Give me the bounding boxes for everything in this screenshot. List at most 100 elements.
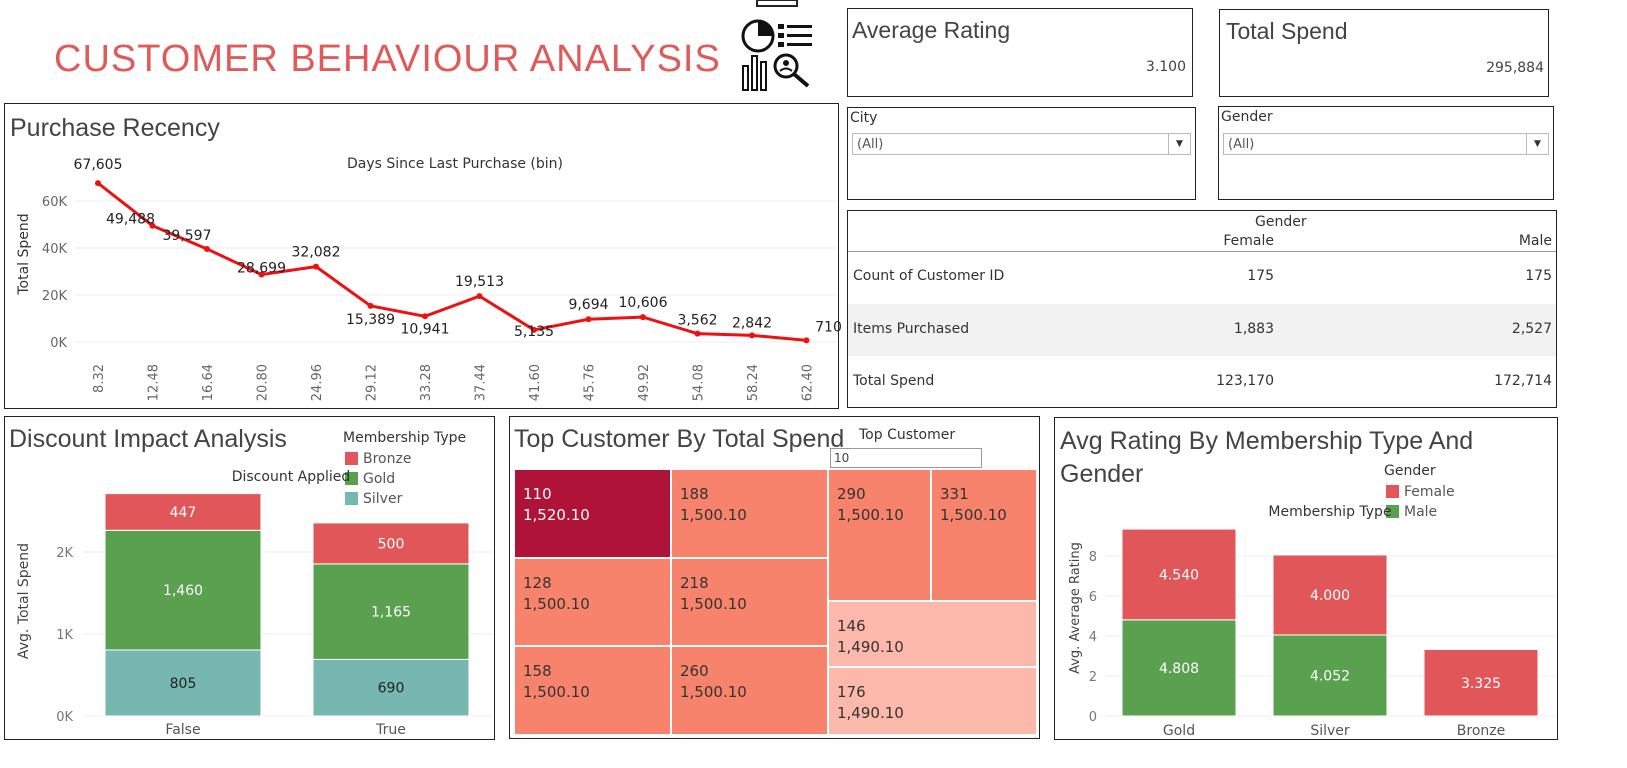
data-label: 3,562 (677, 313, 717, 329)
page-title: CUSTOMER BEHAVIOUR ANALYSIS (54, 38, 721, 80)
chart-title: Membership Type (1268, 504, 1391, 520)
customer-id: 176 (837, 683, 866, 701)
x-tick-label: True (375, 722, 406, 738)
customer-id: 260 (680, 662, 709, 680)
top-customer-filter-label: Top Customer (859, 427, 956, 443)
data-point (803, 337, 810, 344)
data-label: 2,842 (732, 315, 772, 331)
y-tick-label: 40K (42, 242, 68, 257)
bar-label: 447 (170, 505, 197, 521)
treemap-cell[interactable]: 158 1,500.10 (514, 646, 671, 735)
x-tick-label: 54.08 (692, 364, 707, 401)
customer-spend: 1,500.10 (680, 506, 747, 524)
y-tick-label: 6 (1089, 590, 1097, 605)
chevron-down-icon[interactable]: ▼ (1168, 134, 1190, 154)
gender-filter-label: Gender (1221, 109, 1273, 125)
data-point (585, 316, 592, 323)
treemap-cell[interactable]: 218 1,500.10 (671, 558, 828, 646)
top-customer-treemap: 110 1,520.10 188 1,500.10 290 1,500.10 331 1,50… (514, 469, 1037, 735)
data-point (476, 293, 483, 300)
y-tick-label: 60K (42, 195, 68, 210)
bar-label: 3.325 (1461, 676, 1501, 692)
data-point (367, 302, 374, 309)
chart-title: Days Since Last Purchase (bin) (347, 156, 563, 172)
x-tick-label: 37.44 (474, 364, 489, 401)
customer-spend: 1,500.10 (837, 506, 904, 524)
x-tick-label: 41.60 (528, 364, 543, 401)
customer-spend: 1,500.10 (680, 595, 747, 613)
customer-spend: 1,490.10 (837, 704, 904, 722)
treemap-cell[interactable]: 146 1,490.10 (828, 601, 1037, 667)
treemap-cell[interactable]: 110 1,520.10 (514, 469, 671, 558)
gender-dropdown[interactable]: (All) ▼ (1223, 133, 1549, 155)
treemap-cell[interactable]: 260 1,500.10 (671, 646, 828, 735)
discount-impact-chart: Discount Applied Avg. Total Spend 0K 1K 2K 80… (16, 469, 493, 738)
discount-impact-panel: Discount Impact Analysis Membership Type… (4, 416, 495, 740)
x-tick-label: 49.92 (637, 364, 652, 401)
chart-title: Discount Applied (232, 469, 351, 485)
x-tick-label: 8.32 (92, 364, 107, 393)
row-label: Count of Customer ID (853, 268, 1005, 284)
total-spend-label: Total Spend (1226, 18, 1348, 44)
top-customer-title: Top Customer By Total Spend (514, 425, 845, 453)
column-header-male: Male (1518, 233, 1552, 249)
y-tick-label: 0K (56, 710, 73, 725)
x-tick-label: Silver (1310, 723, 1350, 739)
cell-value: 123,170 (1216, 373, 1274, 389)
x-tick-label: 29.12 (365, 364, 380, 401)
table-row: Items Purchased 1,883 2,527 (848, 304, 1556, 356)
customer-spend: 1,520.10 (523, 506, 590, 524)
city-dropdown[interactable]: (All) ▼ (852, 133, 1191, 155)
city-dropdown-value: (All) (857, 137, 884, 152)
purchase-recency-panel: Purchase Recency Days Since Last Purchas… (4, 103, 842, 409)
treemap-cell[interactable]: 128 1,500.10 (514, 558, 671, 646)
customer-id: 188 (680, 485, 709, 503)
customer-id: 128 (523, 574, 552, 592)
customer-id: 146 (837, 617, 866, 635)
treemap-cell[interactable]: 188 1,500.10 (671, 469, 828, 558)
customer-spend: 1,500.10 (523, 683, 590, 701)
top-customer-input[interactable]: 10 (830, 448, 982, 468)
data-point (313, 263, 319, 270)
row-label: Items Purchased (853, 321, 970, 337)
y-tick-label: 2K (56, 546, 73, 561)
data-point (95, 180, 101, 187)
data-label: 39,597 (163, 228, 212, 244)
data-label: 28,699 (237, 261, 286, 277)
data-label: 5,135 (514, 324, 554, 340)
customer-spend: 1,490.10 (837, 638, 904, 656)
average-rating-value: 3.100 (1145, 59, 1186, 75)
data-label: 710 (815, 319, 842, 335)
x-tick-label: 58.24 (746, 364, 761, 401)
y-axis-label: Total Spend (16, 213, 32, 295)
x-tick-label: 24.96 (310, 364, 325, 401)
x-tick-label: 20.80 (256, 364, 271, 401)
bar-label: 805 (170, 676, 197, 692)
table-row: Total Spend 123,170 172,714 (848, 356, 1556, 408)
customer-spend: 1,500.10 (940, 506, 1007, 524)
bar-label: 1,165 (371, 605, 411, 621)
bar-label: 4.000 (1310, 588, 1350, 604)
customer-id: 218 (680, 574, 709, 592)
city-filter-card: City (All) ▼ (847, 107, 1196, 200)
bar-label: 690 (378, 681, 405, 697)
y-axis-label: Avg. Total Spend (16, 543, 32, 659)
column-header-female: Female (1223, 233, 1274, 249)
x-tick-label: 33.28 (419, 364, 434, 401)
customer-id: 158 (523, 662, 552, 680)
data-label: 9,694 (568, 297, 608, 313)
city-filter-label: City (850, 110, 878, 126)
analytics-report-icon (740, 0, 816, 92)
x-tick-label: 12.48 (147, 364, 162, 401)
customer-spend: 1,500.10 (523, 595, 590, 613)
purchase-recency-chart: Days Since Last Purchase (bin) Total Spen… (16, 156, 842, 401)
chevron-down-icon[interactable]: ▼ (1526, 134, 1548, 154)
bar-label: 1,460 (163, 583, 203, 599)
treemap-cell[interactable]: 290 1,500.10 (828, 469, 931, 601)
table-row: Count of Customer ID 175 175 (848, 252, 1556, 304)
treemap-cell[interactable]: 331 1,500.10 (931, 469, 1037, 601)
average-rating-label: Average Rating (852, 17, 1011, 43)
treemap-cell[interactable]: 176 1,490.10 (828, 667, 1037, 735)
y-axis-label: Avg. Average Rating (1068, 542, 1083, 674)
x-tick-label: Gold (1163, 723, 1195, 739)
